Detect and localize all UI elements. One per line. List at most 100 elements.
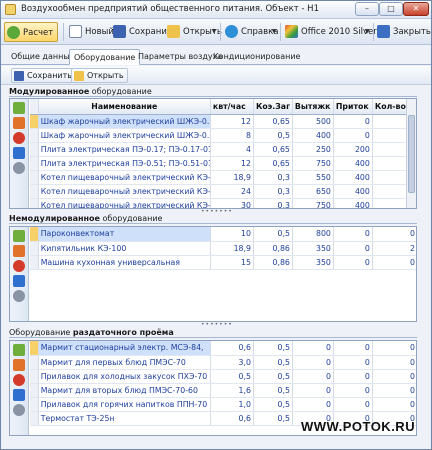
col-header-exhaust[interactable]: Вытяжк [292,99,334,115]
value-cell[interactable]: 750 [292,156,334,171]
value-cell[interactable]: 0,5 [253,355,293,370]
value-cell[interactable]: 0,3 [253,184,293,199]
value-cell[interactable]: 0,5 [253,341,293,356]
value-cell[interactable]: 30 [210,198,254,208]
row-selector[interactable] [30,397,39,412]
value-cell[interactable]: 0,6 [210,341,254,356]
value-cell[interactable]: 0 [372,397,416,412]
equipment-name-cell[interactable]: Машина кухонная универсальная [38,255,211,270]
minimize-button[interactable]: – [355,2,379,16]
table-row[interactable]: Машина кухонная универсальная 15 0,86 350 0 0 [30,255,416,270]
value-cell[interactable]: 0 [333,341,373,356]
value-cell[interactable]: 0,5 [253,369,293,384]
equipment-name-cell[interactable]: Плита электрическая ПЭ-0.17; ПЭ-0.17-01 [38,142,211,157]
value-cell[interactable]: 0,65 [253,156,293,171]
value-cell[interactable]: 250 [292,142,334,157]
value-cell[interactable]: 18,9 [210,170,254,185]
theme-dropdown-icon[interactable]: ▼ [362,22,372,42]
value-cell[interactable]: 0,6 [210,411,254,426]
value-cell[interactable]: 0 [372,383,416,398]
col-header-supply[interactable]: Приток [333,99,373,115]
value-cell[interactable]: 0,5 [253,128,293,143]
grid-table-icon[interactable] [13,245,25,257]
close-window-button[interactable]: ✕ [403,2,429,16]
value-cell[interactable]: 0 [292,355,334,370]
value-cell[interactable]: 0 [292,369,334,384]
row-selector[interactable] [30,114,39,129]
value-cell[interactable]: 0,5 [253,383,293,398]
row-selector[interactable] [30,369,39,384]
table-row[interactable]: Мармит стационарный электр. МСЭ-84, 0,6 0,… [30,341,416,356]
equipment-name-cell[interactable]: Плита электрическая ПЭ-0.51; ПЭ-0.51-01 [38,156,211,171]
delete-row-icon[interactable] [13,374,25,386]
value-cell[interactable]: 400 [333,156,373,171]
row-selector[interactable] [30,142,39,157]
value-cell[interactable]: 0,5 [210,369,254,384]
equipment-open-button[interactable]: Открыть [71,68,128,83]
value-cell[interactable]: 0 [292,397,334,412]
value-cell[interactable]: 0,3 [253,198,293,208]
value-cell[interactable]: 750 [292,198,334,208]
value-cell[interactable]: 8 [210,128,254,143]
search-icon[interactable] [13,162,25,174]
value-cell[interactable]: 0 [372,369,416,384]
value-cell[interactable]: 3,0 [210,355,254,370]
table-row[interactable]: Прилавок для холодных закусок ПХЭ-70 0,5 0… [30,369,416,384]
value-cell[interactable]: 0 [372,255,416,270]
value-cell[interactable]: 0 [333,227,373,242]
add-row-icon[interactable] [13,102,25,114]
value-cell[interactable]: 0 [333,128,373,143]
splitter-handle[interactable]: ••••••• [201,209,232,215]
value-cell[interactable]: 0 [372,227,416,242]
value-cell[interactable]: 0 [333,397,373,412]
value-cell[interactable]: 0,5 [253,227,293,242]
equipment-name-cell[interactable]: Кипятильник КЭ-100 [38,241,211,256]
equipment-save-button[interactable]: Сохранить [11,68,76,83]
row-selector[interactable] [30,170,39,185]
refresh-icon[interactable] [13,389,25,401]
equipment-name-cell[interactable]: Шкаф жарочный электрический ШЖЭ-0.85;... [38,114,211,129]
row-selector[interactable] [30,241,39,256]
maximize-button[interactable]: □ [379,2,403,16]
table-row[interactable]: Мармит для вторых блюд ПМЭС-70-60 1,6 0,5 0… [30,383,416,398]
value-cell[interactable]: 0 [292,383,334,398]
row-selector[interactable] [30,255,39,270]
value-cell[interactable]: 0,65 [253,142,293,157]
row-selector[interactable] [30,156,39,171]
equipment-name-cell[interactable]: Термостат ТЭ-25н [38,411,211,426]
col-header-name[interactable]: Наименование [38,99,211,115]
refresh-icon[interactable] [13,147,25,159]
table-row[interactable]: Плита электрическая ПЭ-0.51; ПЭ-0.51-01 1… [30,156,416,171]
row-selector[interactable] [30,411,39,426]
delete-row-icon[interactable] [13,132,25,144]
value-cell[interactable]: 0 [372,341,416,356]
value-cell[interactable]: 18,9 [210,241,254,256]
delete-row-icon[interactable] [13,260,25,272]
table-row[interactable]: Котел пищеварочный электрический КЭ-100 1… [30,170,416,185]
value-cell[interactable]: 400 [333,184,373,199]
value-cell[interactable]: 350 [292,241,334,256]
grid-table-icon[interactable] [13,359,25,371]
equipment-name-cell[interactable]: Котел пищеварочный электрический КЭ-250 [38,198,211,208]
table-row[interactable]: Мармит для первых блюд ПМЭС-70 3,0 0,5 0 0 0 [30,355,416,370]
row-selector[interactable] [30,341,39,356]
section1-scrollbar[interactable] [406,99,416,208]
value-cell[interactable]: 500 [292,114,334,129]
help-dropdown-icon[interactable]: ▼ [269,22,279,42]
value-cell[interactable]: 800 [292,227,334,242]
equipment-name-cell[interactable]: Котел пищеварочный электрический КЭ-100 [38,170,211,185]
value-cell[interactable]: 200 [333,142,373,157]
col-header-load[interactable]: Коэ.Заг [253,99,293,115]
value-cell[interactable]: 0 [333,355,373,370]
value-cell[interactable]: 12 [210,114,254,129]
value-cell[interactable]: 650 [292,184,334,199]
table-row[interactable]: Кипятильник КЭ-100 18,9 0,86 350 0 2 [30,241,416,256]
value-cell[interactable]: 4 [210,142,254,157]
value-cell[interactable]: 350 [292,255,334,270]
equipment-name-cell[interactable]: Мармит для вторых блюд ПМЭС-70-60 [38,383,211,398]
row-selector[interactable] [30,227,39,242]
row-selector[interactable] [30,184,39,199]
value-cell[interactable]: 1,6 [210,383,254,398]
equipment-name-cell[interactable]: Пароконвектомат [38,227,211,242]
value-cell[interactable]: 0 [333,369,373,384]
